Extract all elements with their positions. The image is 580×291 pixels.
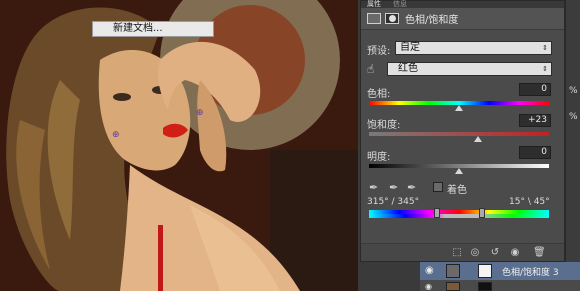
layer-mask-icon[interactable] (385, 13, 399, 24)
range-right-text: 15° \ 45° (509, 197, 550, 207)
preset-value: 自定 (400, 42, 420, 53)
rightbar-item[interactable]: % (569, 86, 578, 96)
color-sampler-target-icon[interactable]: ⊕ (196, 108, 204, 118)
lightness-input[interactable]: 0 (519, 146, 551, 159)
clip-to-layer-icon[interactable]: ⬚ (451, 247, 463, 259)
hue-input[interactable]: 0 (519, 83, 551, 96)
context-menu-new-document[interactable]: 新建文档... (92, 21, 214, 37)
portrait-image (0, 0, 358, 291)
layer-mask-thumbnail[interactable] (478, 282, 492, 291)
hue-label: 色相: (367, 89, 391, 100)
lightness-label: 明度: (367, 152, 391, 163)
color-sampler-target-icon[interactable]: ⊕ (112, 130, 120, 140)
eyedropper-minus-icon[interactable]: ✒ (407, 182, 419, 194)
photo-canvas[interactable]: 新建文档... ⊕ ⊕ (0, 0, 358, 291)
tab-info[interactable]: 信息 (387, 1, 413, 8)
colorize-label: 着色 (447, 185, 467, 196)
hue-slider-thumb[interactable] (455, 105, 463, 111)
eye-icon[interactable]: ◉ (425, 265, 434, 276)
chevron-updown-icon: ⇕ (542, 44, 548, 52)
panel-tabs: 属性 信息 (361, 1, 564, 8)
adjustment-header: 色相/饱和度 (361, 8, 564, 30)
eye-icon[interactable]: ◉ (425, 282, 432, 291)
context-menu-label: 新建文档... (113, 23, 163, 34)
chevron-updown-icon: ⇕ (542, 65, 548, 73)
preset-label: 预设: (367, 46, 391, 57)
eyedropper-plus-icon[interactable]: ✒ (389, 182, 401, 194)
colorize-checkbox[interactable] (433, 182, 443, 192)
lightness-slider-thumb[interactable] (455, 168, 463, 174)
layer-name: 色相/饱和度 3 (502, 268, 559, 278)
rightbar-item[interactable]: % (569, 112, 578, 122)
right-panel-edge: % % (565, 0, 580, 262)
layer-row[interactable]: ◉ (420, 282, 580, 291)
properties-panel: 属性 信息 色相/饱和度 预设: 自定 ⇕ ☝ 红色 ⇕ 色相: 0 饱和度: … (360, 0, 565, 262)
saturation-slider-thumb[interactable] (474, 136, 482, 142)
channel-dropdown[interactable]: 红色 ⇕ (387, 62, 552, 76)
range-left-text: 315° / 345° (367, 197, 420, 207)
eye-icon[interactable]: ◉ (509, 247, 521, 259)
preset-dropdown[interactable]: 自定 ⇕ (395, 41, 552, 55)
eyedropper-icon[interactable]: ✒ (369, 182, 381, 194)
layers-panel: ◉ 色相/饱和度 3 ◉ (420, 262, 580, 291)
channel-value: 红色 (398, 63, 418, 74)
range-handle-right[interactable] (479, 208, 485, 218)
adjustment-layer-icon (446, 264, 460, 278)
trash-icon[interactable]: 🗑 (533, 247, 546, 259)
adjustment-layer-icon (367, 13, 381, 24)
view-previous-icon[interactable]: ◎ (469, 247, 481, 259)
tab-properties[interactable]: 属性 (361, 1, 387, 8)
saturation-label: 饱和度: (367, 120, 401, 131)
hand-target-icon[interactable]: ☝ (367, 62, 381, 76)
layer-row-hue-saturation[interactable]: ◉ 色相/饱和度 3 (420, 262, 580, 280)
panel-footer: ⬚ ◎ ↺ ◉ 🗑 (361, 243, 564, 261)
layer-thumbnail (446, 282, 460, 291)
layer-mask-thumbnail[interactable] (478, 264, 492, 278)
adjustment-title: 色相/饱和度 (405, 15, 459, 26)
range-handle-left[interactable] (434, 208, 440, 218)
saturation-slider-track[interactable] (369, 132, 549, 136)
color-range-bar-bottom (369, 214, 549, 218)
reset-icon[interactable]: ↺ (489, 247, 501, 259)
saturation-input[interactable]: +23 (519, 114, 551, 127)
